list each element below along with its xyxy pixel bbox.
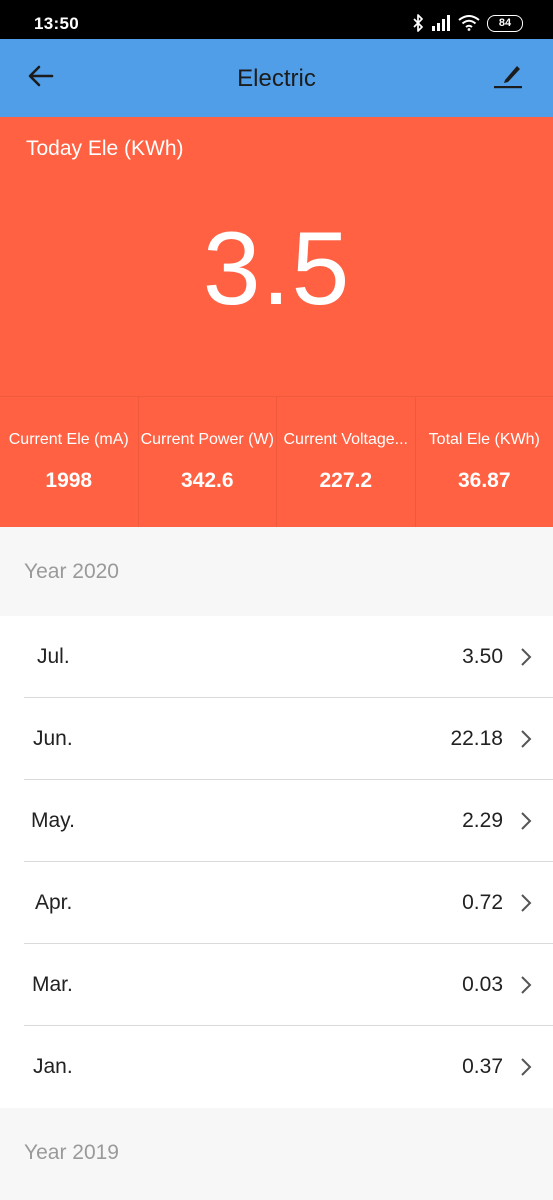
month-value: 0.72 [462, 891, 503, 914]
wifi-icon [458, 15, 480, 31]
list-item-jul[interactable]: Jul. 3.50 [24, 616, 553, 698]
signal-icon [431, 15, 451, 31]
stat-current-ele: Current Ele (mA) 1998 [0, 396, 138, 527]
status-time: 13:50 [34, 14, 79, 33]
month-name: Jul. [37, 645, 70, 668]
month-value: 3.50 [462, 645, 503, 668]
stat-label: Current Ele (mA) [8, 431, 129, 448]
chevron-right-icon [521, 1058, 532, 1076]
month-name: Jan. [33, 1055, 73, 1078]
today-energy-label: Today Ele (KWh) [26, 137, 184, 160]
edit-button[interactable] [489, 57, 527, 97]
month-list: Jul. 3.50 Jun. 22.18 May. 2.29 Apr. 0.72… [0, 616, 553, 1108]
list-item-apr[interactable]: Apr. 0.72 [24, 862, 553, 944]
month-name: Apr. [35, 891, 73, 914]
year-header-2020: Year 2020 [0, 527, 553, 616]
year-header-2019: Year 2019 [0, 1108, 553, 1200]
chevron-right-icon [521, 894, 532, 912]
month-value: 2.29 [462, 809, 503, 832]
stat-current-voltage: Current Voltage... 227.2 [276, 396, 415, 527]
bluetooth-icon [412, 14, 424, 32]
stat-current-power: Current Power (W) 342.6 [137, 396, 276, 527]
year-label: Year 2020 [24, 560, 119, 583]
status-icons: 84 [412, 13, 523, 33]
chevron-right-icon [521, 648, 532, 666]
battery-icon: 84 [487, 14, 523, 32]
month-value: 0.03 [462, 973, 503, 996]
chevron-right-icon [521, 730, 532, 748]
stats-row: Current Ele (mA) 1998 Current Power (W) … [0, 396, 553, 527]
chevron-right-icon [521, 976, 532, 994]
stat-label: Total Ele (KWh) [428, 431, 540, 448]
year-label: Year 2019 [24, 1141, 119, 1164]
stat-label: Current Voltage... [283, 431, 408, 448]
stat-label: Current Power (W) [140, 431, 274, 448]
list-item-jun[interactable]: Jun. 22.18 [24, 698, 553, 780]
page-title: Electric [237, 65, 316, 92]
stat-value: 36.87 [457, 469, 511, 492]
stat-value: 227.2 [319, 469, 373, 492]
list-item-mar[interactable]: Mar. 0.03 [24, 944, 553, 1026]
edit-pencil-icon [493, 60, 523, 95]
chevron-right-icon [521, 812, 532, 830]
list-item-jan[interactable]: Jan. 0.37 [24, 1026, 553, 1108]
month-name: May. [31, 809, 75, 832]
stat-total-ele: Total Ele (KWh) 36.87 [414, 396, 553, 527]
today-energy-panel: Today Ele (KWh) 3.5 [0, 117, 553, 396]
month-value: 0.37 [462, 1055, 503, 1078]
stat-value: 342.6 [180, 469, 234, 492]
app-bar: Electric [0, 39, 553, 117]
month-value: 22.18 [450, 727, 503, 750]
today-energy-value: 3.5 [202, 211, 351, 327]
list-item-may[interactable]: May. 2.29 [24, 780, 553, 862]
month-name: Mar. [32, 973, 73, 996]
stat-value: 1998 [45, 469, 93, 492]
month-name: Jun. [33, 727, 73, 750]
status-bar: 13:50 84 [0, 0, 553, 39]
battery-level: 84 [498, 17, 512, 29]
